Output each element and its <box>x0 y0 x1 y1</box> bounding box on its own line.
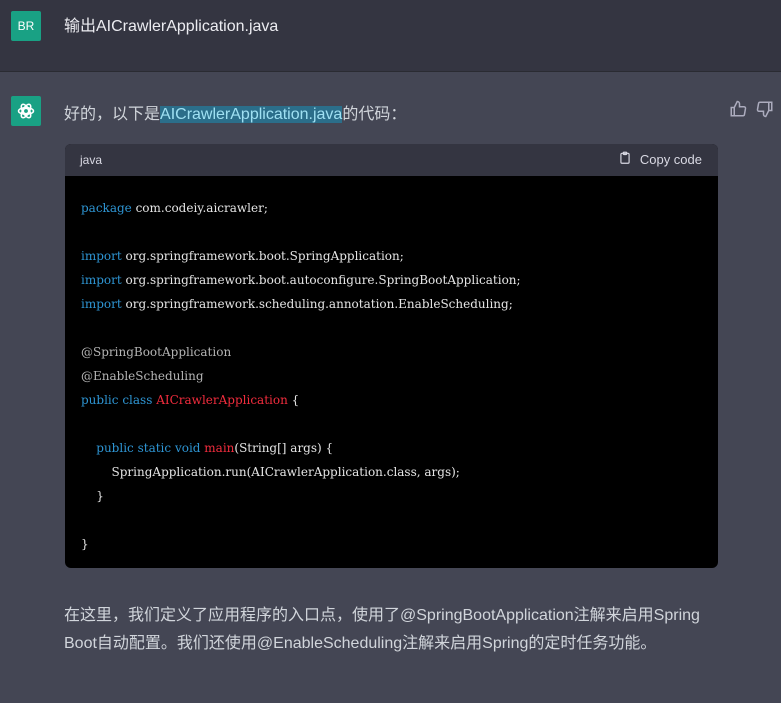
code-line: import org.springframework.scheduling.an… <box>81 292 702 316</box>
intro-after: 的代码： <box>342 106 407 123</box>
code-token: @EnableScheduling <box>81 369 204 383</box>
code-token: void <box>174 441 201 455</box>
code-line: SpringApplication.run(AICrawlerApplicati… <box>81 460 702 484</box>
code-token: public <box>81 393 119 407</box>
code-token: AICrawlerApplication <box>156 393 288 407</box>
code-token: (String[] args) { <box>234 441 334 455</box>
code-line: } <box>81 484 702 508</box>
assistant-message-row: 好的，以下是AICrawlerApplication.java的代码： java… <box>0 72 781 703</box>
user-message-text: 输出AICrawlerApplication.java <box>64 18 279 35</box>
assistant-outro-text: 在这里，我们定义了应用程序的入口点，使用了@SpringBootApplicat… <box>64 607 700 652</box>
thumbs-down-icon[interactable] <box>756 100 774 118</box>
code-token: class <box>122 393 153 407</box>
code-token: package <box>81 201 132 215</box>
code-token: static <box>137 441 172 455</box>
copy-code-label: Copy code <box>639 152 702 167</box>
assistant-intro-text: 好的，以下是AICrawlerApplication.java的代码： <box>64 100 406 124</box>
code-token: @SpringBootApplication <box>81 345 232 359</box>
code-line: public class AICrawlerApplication { <box>81 388 702 412</box>
thumbs-up-icon[interactable] <box>729 100 747 118</box>
code-token: } <box>81 489 104 503</box>
code-token: org.springframework.boot.SpringApplicati… <box>121 249 404 263</box>
code-token: } <box>81 537 89 551</box>
code-line: package com.codeiy.aicrawler; <box>81 196 702 220</box>
code-line: public static void main(String[] args) { <box>81 436 702 460</box>
code-token: main <box>204 441 235 455</box>
code-line: @EnableScheduling <box>81 364 702 388</box>
code-line: import org.springframework.boot.autoconf… <box>81 268 702 292</box>
code-token: com.codeiy.aicrawler; <box>131 201 268 215</box>
code-language-label: java <box>80 153 103 167</box>
code-token: import <box>81 273 122 287</box>
code-line: import org.springframework.boot.SpringAp… <box>81 244 702 268</box>
chatgpt-logo-icon <box>11 96 41 126</box>
code-token: { <box>287 393 300 407</box>
copy-code-button[interactable]: Copy code <box>618 151 702 168</box>
code-token: import <box>81 249 122 263</box>
user-avatar: BR <box>11 11 41 41</box>
code-token: import <box>81 297 122 311</box>
intro-before: 好的，以下是 <box>64 106 161 123</box>
code-block: java Copy code package com.codeiy.aicraw… <box>65 144 718 568</box>
code-header: java Copy code <box>65 144 718 176</box>
code-token: public <box>96 441 134 455</box>
code-token: org.springframework.boot.autoconfigure.S… <box>121 273 521 287</box>
clipboard-icon <box>618 151 632 168</box>
code-token: SpringApplication.run(AICrawlerApplicati… <box>81 465 460 479</box>
code-line: } <box>81 532 702 556</box>
intro-highlight: AICrawlerApplication.java <box>160 106 343 123</box>
user-message-row: BR 输出AICrawlerApplication.java <box>0 0 781 72</box>
code-line: @SpringBootApplication <box>81 340 702 364</box>
code-token: org.springframework.scheduling.annotatio… <box>121 297 513 311</box>
code-content: package com.codeiy.aicrawler; import org… <box>65 176 718 568</box>
